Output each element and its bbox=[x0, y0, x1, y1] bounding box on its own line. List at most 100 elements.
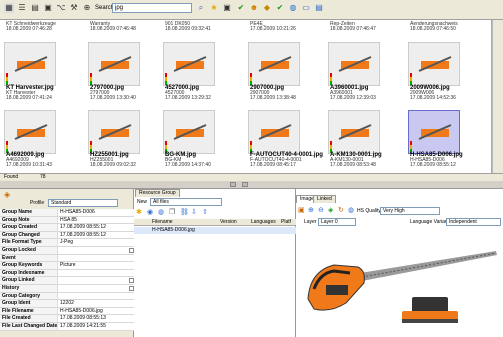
property-row[interactable]: File Filename H-HSA85-D006.jpg bbox=[0, 307, 134, 316]
thumbnail[interactable] bbox=[4, 42, 56, 86]
approve-icon[interactable]: ✔ bbox=[275, 3, 285, 13]
table-row[interactable]: H-HSA85-D006.jpg bbox=[134, 227, 296, 234]
tab-resource-group[interactable]: Resource Group bbox=[135, 189, 180, 197]
view-icon[interactable]: ▣ bbox=[222, 3, 232, 13]
header-item[interactable]: PE4E_ 17.08.2009 10:21:26 bbox=[250, 22, 296, 32]
thumbnail[interactable] bbox=[163, 42, 215, 86]
property-row[interactable]: Group Created 17.08.2009 08:55:12 bbox=[0, 224, 134, 232]
copy-icon[interactable]: ❐ bbox=[169, 208, 175, 216]
thumbnail[interactable] bbox=[328, 110, 380, 154]
filter-icon[interactable]: ⌥ bbox=[56, 3, 66, 13]
zoom-icon[interactable]: ⊕ bbox=[82, 3, 92, 13]
property-row[interactable]: File Last Changed Date 17.08.2009 14:21:5… bbox=[0, 322, 134, 331]
search-icon[interactable]: ⌕ bbox=[196, 3, 206, 13]
property-value bbox=[58, 270, 134, 277]
property-row[interactable]: Group Note HSA 85 bbox=[0, 216, 134, 225]
window-icon[interactable]: ▭ bbox=[301, 3, 311, 13]
property-key: Group Locked bbox=[0, 246, 58, 254]
upload-icon[interactable]: ⇧ bbox=[202, 208, 208, 216]
thumbnail[interactable] bbox=[163, 110, 215, 154]
property-row[interactable]: Group Locked bbox=[0, 246, 134, 255]
thumbnail[interactable] bbox=[88, 42, 140, 86]
file-name-cell: H-HSA85-D006.jpg bbox=[152, 227, 195, 233]
property-key: Group Ident bbox=[0, 300, 58, 307]
property-key: Group Created bbox=[0, 224, 58, 231]
star-icon[interactable]: ★ bbox=[209, 3, 219, 13]
zoom-in-icon[interactable]: ⊕ bbox=[308, 206, 314, 214]
property-value: J-Peg bbox=[60, 239, 74, 246]
rotate-icon[interactable]: ↻ bbox=[338, 206, 344, 214]
property-row[interactable]: Group Indexname bbox=[0, 269, 134, 278]
found-label: Found bbox=[4, 174, 19, 180]
status-bars bbox=[330, 73, 332, 85]
new-file-icon[interactable]: ✱ bbox=[136, 208, 142, 216]
tools-icon[interactable]: ⚒ bbox=[69, 3, 79, 13]
header-item[interactable]: Aenderungsnachweis 18.08.2009 07:46:50 bbox=[410, 22, 458, 32]
thumbnail-caption: A-KM130-0001.jpg A-KM130-0001 17.08.2009 0… bbox=[330, 152, 382, 168]
thumbnail-date: 17.08.2009 12:39:03 bbox=[330, 95, 376, 101]
globe-icon[interactable]: ◍ bbox=[158, 208, 164, 216]
file-filter-select[interactable]: All files bbox=[150, 198, 222, 206]
property-value bbox=[58, 247, 123, 254]
panel-splitter[interactable] bbox=[0, 181, 503, 189]
property-row[interactable]: Group Linked bbox=[0, 277, 134, 285]
property-key: Group Keywords bbox=[0, 262, 58, 269]
profile-select[interactable]: Standard bbox=[48, 199, 118, 207]
export-icon[interactable]: ▤ bbox=[314, 3, 324, 13]
list-view-icon[interactable]: ☰ bbox=[17, 3, 27, 13]
header-item[interactable]: Rep-Zeiten 18.08.2009 07:46:47 bbox=[330, 22, 376, 32]
header-item[interactable]: KT Schneidwerkzeuge 18.08.2009 07:46:28 bbox=[6, 22, 56, 32]
col-version[interactable]: Version bbox=[220, 219, 237, 226]
profile-label: Profile bbox=[30, 200, 45, 206]
property-row[interactable]: History bbox=[0, 284, 134, 293]
open-image-icon[interactable]: ▣ bbox=[298, 206, 305, 214]
collapse-down-icon[interactable] bbox=[242, 182, 248, 187]
check-icon[interactable]: ✔ bbox=[236, 3, 246, 13]
thumbnail[interactable] bbox=[248, 42, 300, 86]
thumbnail[interactable] bbox=[408, 42, 460, 86]
header-item[interactable]: Warranty 18.08.2009 07:46:48 bbox=[90, 22, 136, 32]
download-icon[interactable]: ⇩ bbox=[191, 208, 197, 216]
zoom-out-icon[interactable]: ⊖ bbox=[318, 206, 324, 214]
open-icon[interactable]: ◉ bbox=[147, 208, 153, 216]
collapse-up-icon[interactable] bbox=[230, 182, 236, 187]
language-variant-label: Language Variant bbox=[410, 219, 450, 225]
property-row[interactable]: Group Category bbox=[0, 292, 134, 301]
gallery-scrollbar[interactable] bbox=[492, 20, 503, 173]
people-icon[interactable]: ☻ bbox=[249, 3, 259, 13]
property-row[interactable]: Group Ident 12202 bbox=[0, 300, 134, 308]
thumbnail-caption: BG-KM.jpg BG-KM 17.08.2009 14:37:40 bbox=[165, 152, 211, 168]
thumbnail[interactable] bbox=[248, 110, 300, 154]
quality-select[interactable]: Very High bbox=[380, 207, 440, 215]
folder-icon[interactable]: ▤ bbox=[30, 3, 40, 13]
property-row[interactable]: Group Changed 17.08.2009 08:55:12 bbox=[0, 231, 134, 240]
property-value: 17.08.2009 08:55:12 bbox=[60, 231, 106, 238]
property-row[interactable]: File Created 17.08.2009 08:55:13 bbox=[0, 315, 134, 323]
property-row[interactable]: Group Name H-HSA85-D006 bbox=[0, 209, 134, 217]
thumbnail[interactable] bbox=[4, 110, 56, 154]
thumbnail-image bbox=[415, 119, 455, 145]
property-row[interactable]: File Format Type J-Peg bbox=[0, 239, 134, 247]
property-row[interactable]: Group Keywords Picture bbox=[0, 262, 134, 270]
property-row[interactable]: Event bbox=[0, 254, 134, 263]
layer-select[interactable]: Layer 0 bbox=[318, 218, 356, 226]
thumbnail[interactable] bbox=[408, 110, 460, 154]
image-icon[interactable]: ▣ bbox=[43, 3, 53, 13]
link-icon[interactable]: ⛓ bbox=[180, 208, 189, 216]
header-item-date: 18.08.2009 07:46:50 bbox=[410, 26, 456, 32]
tag-icon[interactable]: ◆ bbox=[262, 3, 272, 13]
thumbnail[interactable] bbox=[328, 42, 380, 86]
col-filename[interactable]: Filename bbox=[152, 219, 173, 226]
col-platform[interactable]: Platf bbox=[281, 219, 291, 226]
fit-icon[interactable]: ◈ bbox=[328, 206, 333, 214]
property-key: File Filename bbox=[0, 307, 58, 315]
thumbnail[interactable] bbox=[88, 110, 140, 154]
globe-icon[interactable]: ◍ bbox=[288, 3, 298, 13]
tab-linked[interactable]: Linked bbox=[313, 195, 336, 203]
header-item[interactable]: 901 DK050 18.08.2009 09:32:41 bbox=[165, 22, 211, 32]
grid-view-icon[interactable]: ▦ bbox=[4, 3, 14, 13]
search-input[interactable]: jpg bbox=[112, 3, 192, 13]
language-variant-select[interactable]: Independent bbox=[446, 218, 501, 226]
property-key: History bbox=[0, 284, 58, 292]
col-languages[interactable]: Languages bbox=[251, 219, 276, 226]
